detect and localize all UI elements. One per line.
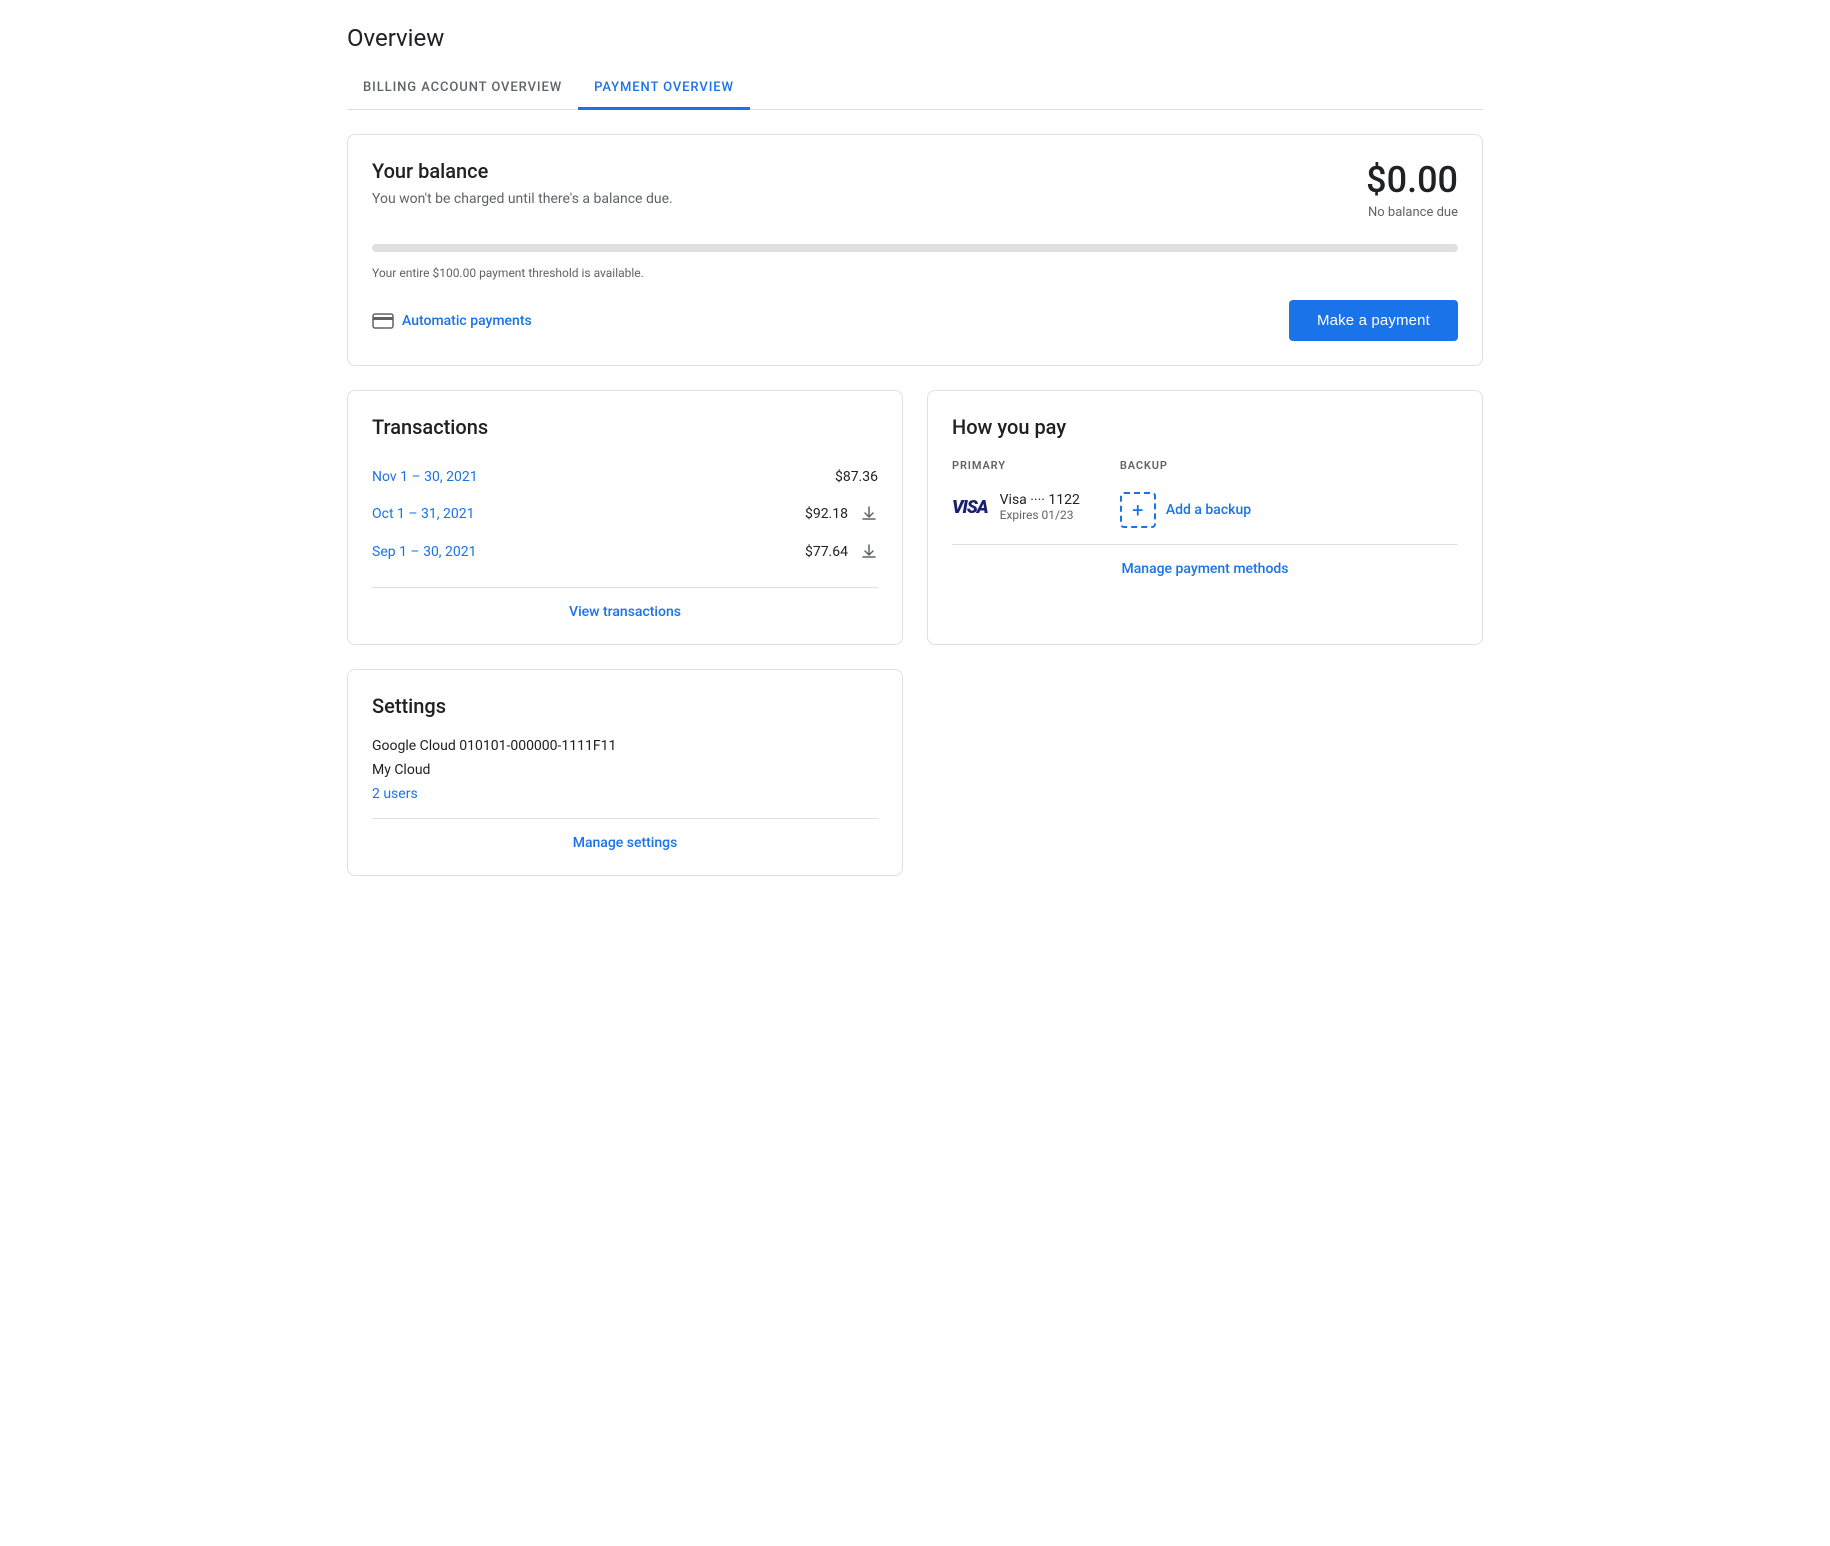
add-backup-container: + Add a backup: [1120, 492, 1251, 528]
transaction-link-oct[interactable]: Oct 1 – 31, 2021: [372, 506, 474, 522]
visa-expiry: Expires 01/23: [1000, 508, 1080, 522]
table-row: Sep 1 – 30, 2021 $77.64: [372, 533, 878, 571]
visa-info: VISA Visa ···· 1122 Expires 01/23: [952, 492, 1080, 522]
how-you-pay-title: How you pay: [952, 415, 1458, 439]
balance-subtitle: You won't be charged until there's a bal…: [372, 191, 673, 207]
transactions-title: Transactions: [372, 415, 878, 439]
table-row: Nov 1 – 30, 2021 $87.36: [372, 459, 878, 495]
transaction-amount-sep: $77.64: [805, 544, 848, 560]
payment-threshold-progress: [372, 244, 1458, 252]
page-title: Overview: [347, 24, 1483, 52]
settings-title: Settings: [372, 694, 878, 718]
manage-settings-link[interactable]: Manage settings: [372, 818, 878, 851]
settings-account-name: My Cloud: [372, 762, 878, 778]
download-icon[interactable]: [860, 505, 878, 523]
primary-label: PRIMARY: [952, 459, 1080, 472]
download-icon[interactable]: [860, 543, 878, 561]
tab-billing-account-overview[interactable]: BILLING ACCOUNT OVERVIEW: [347, 68, 578, 110]
add-backup-plus-icon[interactable]: +: [1120, 492, 1156, 528]
manage-payment-methods-link[interactable]: Manage payment methods: [952, 544, 1458, 577]
transactions-card: Transactions Nov 1 – 30, 2021 $87.36 Oct…: [347, 390, 903, 645]
tabs-bar: BILLING ACCOUNT OVERVIEW PAYMENT OVERVIE…: [347, 68, 1483, 110]
transaction-link-nov[interactable]: Nov 1 – 30, 2021: [372, 469, 478, 485]
view-transactions-link[interactable]: View transactions: [372, 587, 878, 620]
threshold-text: Your entire $100.00 payment threshold is…: [372, 266, 1458, 280]
tab-payment-overview[interactable]: PAYMENT OVERVIEW: [578, 68, 750, 110]
make-payment-button[interactable]: Make a payment: [1289, 300, 1458, 341]
credit-card-icon: [372, 313, 394, 329]
transaction-amount-oct: $92.18: [805, 506, 848, 522]
visa-logo: VISA: [952, 497, 988, 518]
auto-payments-link[interactable]: Automatic payments: [372, 313, 532, 329]
settings-card: Settings Google Cloud 010101-000000-1111…: [347, 669, 903, 876]
balance-title: Your balance: [372, 159, 673, 183]
transaction-link-sep[interactable]: Sep 1 – 30, 2021: [372, 544, 477, 560]
transaction-amount-nov: $87.36: [835, 469, 878, 485]
how-you-pay-card: How you pay PRIMARY VISA Visa ···· 1122 …: [927, 390, 1483, 645]
table-row: Oct 1 – 31, 2021 $92.18: [372, 495, 878, 533]
balance-status: No balance due: [1366, 205, 1458, 220]
auto-payments-label: Automatic payments: [402, 313, 532, 329]
add-backup-link[interactable]: Add a backup: [1166, 502, 1251, 518]
balance-card: Your balance You won't be charged until …: [347, 134, 1483, 366]
visa-number: Visa ···· 1122: [1000, 492, 1080, 508]
settings-account-id: Google Cloud 010101-000000-1111F11: [372, 738, 878, 754]
settings-users-link[interactable]: 2 users: [372, 786, 418, 802]
backup-label: BACKUP: [1120, 459, 1251, 472]
balance-amount: $0.00: [1366, 159, 1458, 201]
